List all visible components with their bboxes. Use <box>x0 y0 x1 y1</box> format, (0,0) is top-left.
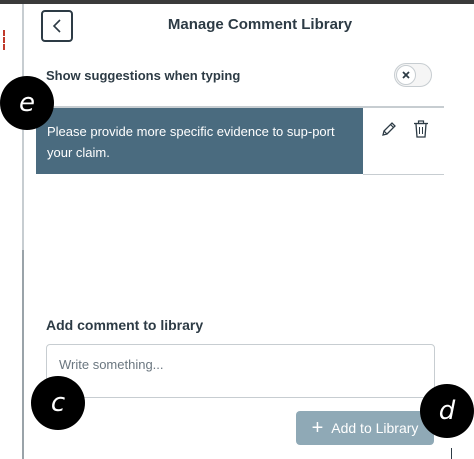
bottom-tick <box>451 448 452 459</box>
comment-list-item[interactable]: Please provide more specific evidence to… <box>36 108 444 175</box>
annotation-marker-e: e <box>0 76 54 130</box>
annotation-marker-c: c <box>31 376 85 430</box>
back-button[interactable] <box>41 10 73 42</box>
trash-icon[interactable] <box>413 120 429 138</box>
pencil-icon[interactable] <box>380 120 398 138</box>
x-icon <box>402 71 410 79</box>
add-to-library-button[interactable]: + Add to Library <box>296 411 434 445</box>
comment-text[interactable]: Please provide more specific evidence to… <box>36 108 363 174</box>
comment-input[interactable] <box>46 344 435 398</box>
chevron-left-icon <box>52 19 61 33</box>
edge-mark <box>3 30 7 50</box>
plus-icon: + <box>311 417 324 439</box>
add-to-library-label: Add to Library <box>331 420 419 436</box>
comment-actions <box>363 108 444 175</box>
annotation-marker-d: d <box>420 384 474 438</box>
toggle-knob <box>396 65 416 85</box>
add-comment-label: Add comment to library <box>46 317 204 333</box>
window-top-strip <box>0 0 474 4</box>
left-edge <box>0 4 22 459</box>
suggestions-toggle[interactable] <box>394 63 432 87</box>
page-title: Manage Comment Library <box>167 16 353 33</box>
suggestions-label: Show suggestions when typing <box>46 68 241 83</box>
row-divider <box>363 174 444 175</box>
panel-border-lower <box>22 250 24 459</box>
